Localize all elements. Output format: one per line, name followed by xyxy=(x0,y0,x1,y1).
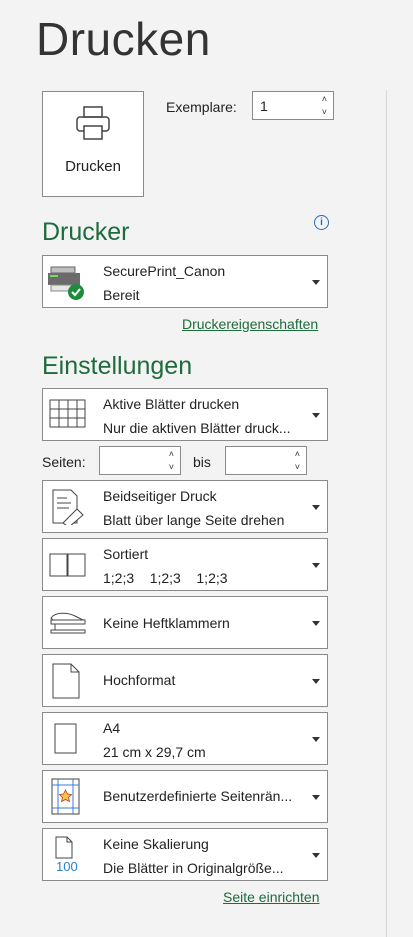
orientation-select[interactable]: Hochformat xyxy=(42,654,328,707)
printer-ready-icon xyxy=(48,266,84,300)
copies-stepper[interactable]: 1 ˄ ˅ xyxy=(252,91,334,120)
settings-heading: Einstellungen xyxy=(42,352,193,380)
copies-label: Exemplare: xyxy=(166,99,237,115)
scaling-subtitle: Die Blätter in Originalgröße... xyxy=(103,860,284,876)
info-icon[interactable]: i xyxy=(314,215,329,230)
caret-down-icon xyxy=(312,679,320,684)
chevron-up-icon[interactable]: ˄ xyxy=(169,450,174,459)
scaling-select[interactable]: 100 Keine Skalierung Die Blätter in Orig… xyxy=(42,828,328,881)
duplex-subtitle: Blatt über lange Seite drehen xyxy=(103,512,285,528)
printer-select[interactable]: SecurePrint_Canon Bereit xyxy=(42,255,328,308)
paper-size-title: A4 xyxy=(103,720,121,736)
collate-title: Sortiert xyxy=(103,546,149,562)
caret-down-icon xyxy=(312,621,320,626)
portrait-page-icon xyxy=(52,663,80,699)
printer-heading: Drucker xyxy=(42,218,130,246)
stapler-icon xyxy=(50,612,86,634)
caret-down-icon xyxy=(312,563,320,568)
collate-subtitle: 1;2;3 1;2;3 1;2;3 xyxy=(103,570,228,586)
chevron-down-icon[interactable]: ˅ xyxy=(295,463,300,472)
staple-select[interactable]: Keine Heftklammern xyxy=(42,596,328,649)
printer-properties-link[interactable]: Druckereigenschaften xyxy=(182,316,318,332)
a4-page-icon xyxy=(54,723,77,754)
printer-status: Bereit xyxy=(103,287,140,303)
collate-select[interactable]: Sortiert 1;2;3 1;2;3 1;2;3 xyxy=(42,538,328,591)
page-setup-link[interactable]: Seite einrichten xyxy=(223,889,320,905)
paper-size-subtitle: 21 cm x 29,7 cm xyxy=(103,744,206,760)
pages-label: Seiten: xyxy=(42,454,86,470)
duplex-page-icon xyxy=(52,489,84,525)
caret-down-icon xyxy=(312,505,320,510)
sheet-grid-icon xyxy=(49,399,86,428)
page-title: Drucken xyxy=(36,13,211,65)
pages-from-input[interactable]: ˄ ˅ xyxy=(99,446,181,475)
duplex-select[interactable]: Beidseitiger Druck Blatt über lange Seit… xyxy=(42,480,328,533)
chevron-down-icon[interactable]: ˅ xyxy=(169,463,174,472)
chevron-up-icon[interactable]: ˄ xyxy=(295,450,300,459)
print-scope-select[interactable]: Aktive Blätter drucken Nur die aktiven B… xyxy=(42,388,328,441)
printer-name: SecurePrint_Canon xyxy=(103,263,226,279)
scaling-icon-text: 100 xyxy=(56,859,78,874)
collate-icon xyxy=(49,553,86,577)
caret-down-icon xyxy=(312,280,320,285)
margins-icon xyxy=(51,778,80,815)
caret-down-icon xyxy=(312,795,320,800)
duplex-title: Beidseitiger Druck xyxy=(103,488,217,504)
scaling-title: Keine Skalierung xyxy=(103,836,209,852)
print-button-label: Drucken xyxy=(65,158,121,175)
caret-down-icon xyxy=(312,413,320,418)
caret-down-icon xyxy=(312,853,320,858)
print-scope-title: Aktive Blätter drucken xyxy=(103,396,240,412)
printer-icon xyxy=(76,106,110,140)
divider xyxy=(386,90,387,937)
print-button[interactable]: Drucken xyxy=(42,91,144,197)
orientation-title: Hochformat xyxy=(103,672,176,688)
pages-to-label: bis xyxy=(193,454,211,470)
margins-select[interactable]: Benutzerdefinierte Seitenrän... xyxy=(42,770,328,823)
paper-size-select[interactable]: A4 21 cm x 29,7 cm xyxy=(42,712,328,765)
copies-value: 1 xyxy=(260,98,268,114)
pages-to-input[interactable]: ˄ ˅ xyxy=(225,446,307,475)
margins-title: Benutzerdefinierte Seitenrän... xyxy=(103,788,293,804)
chevron-up-icon[interactable]: ˄ xyxy=(322,95,327,104)
print-scope-subtitle: Nur die aktiven Blätter druck... xyxy=(103,420,291,436)
chevron-down-icon[interactable]: ˅ xyxy=(322,108,327,117)
staple-title: Keine Heftklammern xyxy=(103,615,230,631)
caret-down-icon xyxy=(312,737,320,742)
